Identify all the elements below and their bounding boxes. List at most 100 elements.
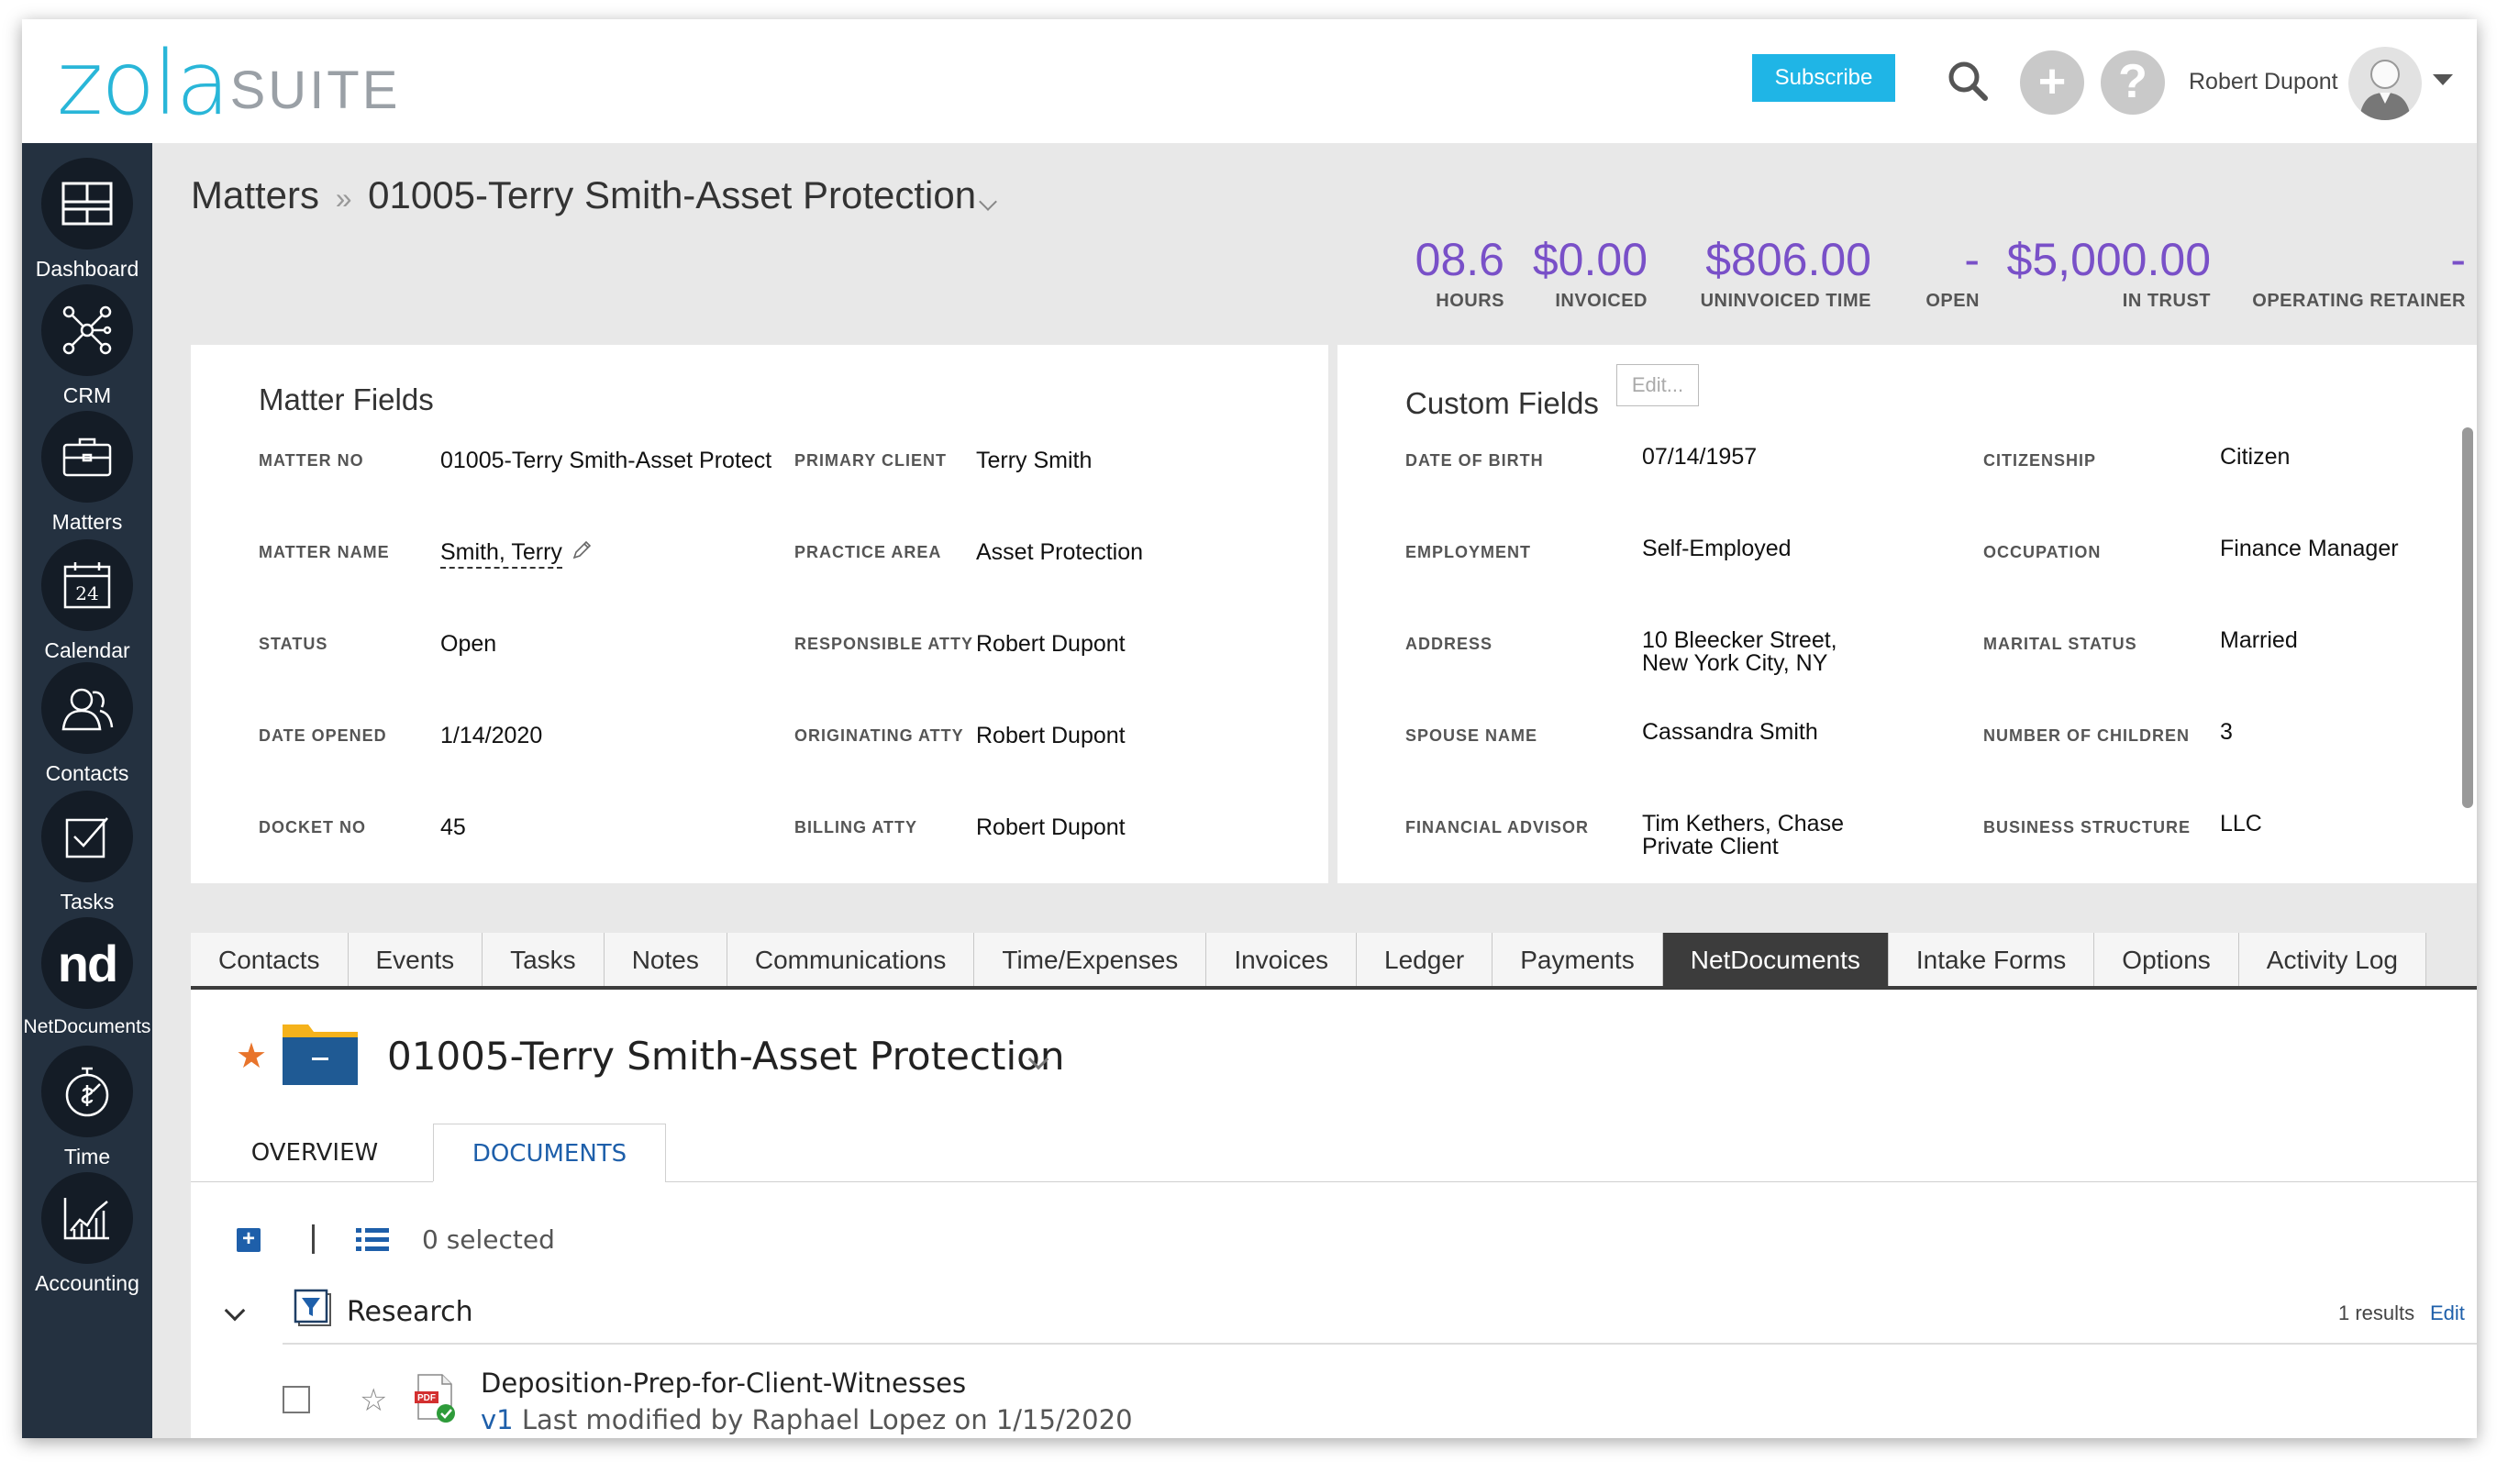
sidebar-item-dashboard[interactable]: Dashboard [22, 158, 152, 286]
sidebar-item-crm[interactable]: CRM [22, 284, 152, 413]
field-label: FINANCIAL ADVISOR [1405, 818, 1590, 836]
filter-folder-icon [294, 1289, 331, 1326]
stat-value: $806.00 [1705, 234, 1871, 285]
group-name: Research [347, 1296, 473, 1328]
logo-secondary: SUITE [229, 61, 401, 120]
stat-label: UNINVOICED TIME [1700, 291, 1871, 311]
document-checkbox[interactable] [283, 1386, 310, 1413]
collapse-group-chevron-icon[interactable] [224, 1300, 246, 1322]
matter-no-value: 01005-Terry Smith-Asset Protect [440, 448, 772, 473]
network-icon [41, 284, 133, 376]
stat-value: $0.00 [1532, 234, 1648, 285]
search-icon[interactable] [1943, 56, 1994, 107]
document-meta: v1 Last modified by Raphael Lopez on 1/1… [481, 1404, 1133, 1435]
tab-activity-log[interactable]: Activity Log [2238, 933, 2426, 988]
tab-netdocuments[interactable]: NetDocuments [1662, 933, 1889, 988]
results-count: 1 results [2338, 1301, 2415, 1324]
tab-payments[interactable]: Payments [1493, 933, 1663, 988]
sidebar-label: Dashboard [35, 257, 139, 281]
financial-advisor-line1-value: Tim Kethers, Chase [1642, 811, 1844, 836]
spouse-name-value: Cassandra Smith [1642, 719, 1818, 745]
contacts-icon [41, 662, 133, 754]
sidebar-item-time[interactable]: Time [22, 1046, 152, 1174]
tab-tasks[interactable]: Tasks [483, 933, 605, 988]
calendar-icon: 24 [41, 539, 133, 631]
help-button[interactable]: ? [2101, 50, 2165, 115]
originating-atty-value: Robert Dupont [976, 723, 1126, 748]
subscribe-button[interactable]: Subscribe [1752, 54, 1895, 102]
date-opened-value: 1/14/2020 [440, 723, 543, 748]
stat-value: - [2450, 234, 2466, 285]
stopwatch-icon [41, 1046, 133, 1137]
sidebar-item-accounting[interactable]: Accounting [22, 1172, 152, 1301]
tab-intake-forms[interactable]: Intake Forms [1888, 933, 2095, 988]
field-label: DATE OF BIRTH [1405, 451, 1544, 470]
netdocuments-badge: nd [57, 934, 118, 992]
logo-primary: zola [57, 32, 230, 135]
sidebar-label: Time [63, 1145, 111, 1168]
app-window: zola SUITE Subscribe + ? Robert Dupont D… [22, 19, 2477, 1438]
subtab-overview[interactable]: OVERVIEW [233, 1124, 396, 1182]
breadcrumb-root[interactable]: Matters [191, 173, 319, 216]
marital-status-value: Married [2220, 627, 2298, 653]
responsible-atty-value: Robert Dupont [976, 631, 1126, 657]
docket-no-value: 45 [440, 814, 466, 840]
sidebar-label: Contacts [45, 761, 129, 785]
zolasuite-logo[interactable]: zola SUITE [57, 32, 401, 135]
tab-contacts[interactable]: Contacts [191, 933, 349, 988]
citizenship-value: Citizen [2220, 444, 2291, 470]
document-star-icon[interactable]: ☆ [360, 1382, 387, 1419]
stat-label: HOURS [1436, 291, 1504, 311]
matter-fields-title: Matter Fields [259, 382, 434, 416]
document-name[interactable]: Deposition-Prep-for-Client-Witnesses [481, 1368, 966, 1399]
sidebar-item-netdocuments[interactable]: nd NetDocuments [22, 917, 152, 1046]
folder-icon [283, 1024, 358, 1085]
sidebar-item-calendar[interactable]: 24 Calendar [22, 539, 152, 668]
pdf-file-icon: PDF [415, 1374, 455, 1423]
pencil-icon[interactable] [571, 539, 593, 561]
primary-client-value: Terry Smith [976, 448, 1093, 473]
business-structure-value: LLC [2220, 811, 2262, 836]
tab-events[interactable]: Events [348, 933, 483, 988]
document-version-link[interactable]: v1 [481, 1404, 514, 1435]
sidebar-item-tasks[interactable]: Tasks [22, 791, 152, 919]
user-avatar[interactable] [2348, 47, 2422, 120]
field-label: NUMBER OF CHILDREN [1983, 726, 2190, 745]
sidebar-item-contacts[interactable]: Contacts [22, 662, 152, 791]
sidebar-label: Calendar [44, 638, 130, 662]
favorite-star-icon[interactable]: ★ [236, 1035, 267, 1077]
add-button[interactable]: + [2020, 50, 2084, 115]
user-name[interactable]: Robert Dupont [2189, 69, 2338, 95]
matter-name-value[interactable]: Smith, Terry [440, 541, 562, 569]
tab-time-expenses[interactable]: Time/Expenses [974, 933, 1207, 988]
tab-communications[interactable]: Communications [727, 933, 975, 988]
field-label: DATE OPENED [259, 726, 387, 745]
breadcrumb: Matters » 01005-Terry Smith-Asset Protec… [191, 173, 976, 217]
stat-uninvoiced-time: $806.00 UNINVOICED TIME [1701, 234, 1871, 312]
stat-label: INVOICED [1555, 291, 1648, 311]
user-menu-caret-icon[interactable] [2433, 74, 2453, 85]
tab-notes[interactable]: Notes [604, 933, 727, 988]
sidebar-item-matters[interactable]: Matters [22, 411, 152, 539]
tab-invoices[interactable]: Invoices [1206, 933, 1358, 988]
stat-operating-retainer: - OPERATING RETAINER [2252, 234, 2466, 312]
field-label: MATTER NO [259, 451, 364, 470]
field-label: STATUS [259, 635, 328, 653]
tab-ledger[interactable]: Ledger [1357, 933, 1493, 988]
tab-options[interactable]: Options [2094, 933, 2239, 988]
practice-area-value: Asset Protection [976, 539, 1144, 565]
field-label: MATTER NAME [259, 543, 390, 561]
date-of-birth-value: 07/14/1957 [1642, 444, 1758, 470]
status-value: Open [440, 631, 497, 657]
matter-switch-caret-icon[interactable] [979, 193, 997, 211]
field-label: EMPLOYMENT [1405, 543, 1532, 561]
group-edit-link[interactable]: Edit [2430, 1301, 2465, 1325]
expand-all-icon[interactable]: + [237, 1228, 261, 1252]
list-view-icon[interactable] [356, 1226, 389, 1254]
subtab-documents[interactable]: DOCUMENTS [433, 1124, 666, 1182]
field-label: ADDRESS [1405, 635, 1493, 653]
stat-value: - [1964, 234, 1980, 285]
custom-fields-scrollbar[interactable] [2462, 427, 2473, 808]
stat-value: 08.6 [1415, 234, 1504, 285]
custom-fields-edit-button[interactable]: Edit... [1616, 364, 1699, 406]
